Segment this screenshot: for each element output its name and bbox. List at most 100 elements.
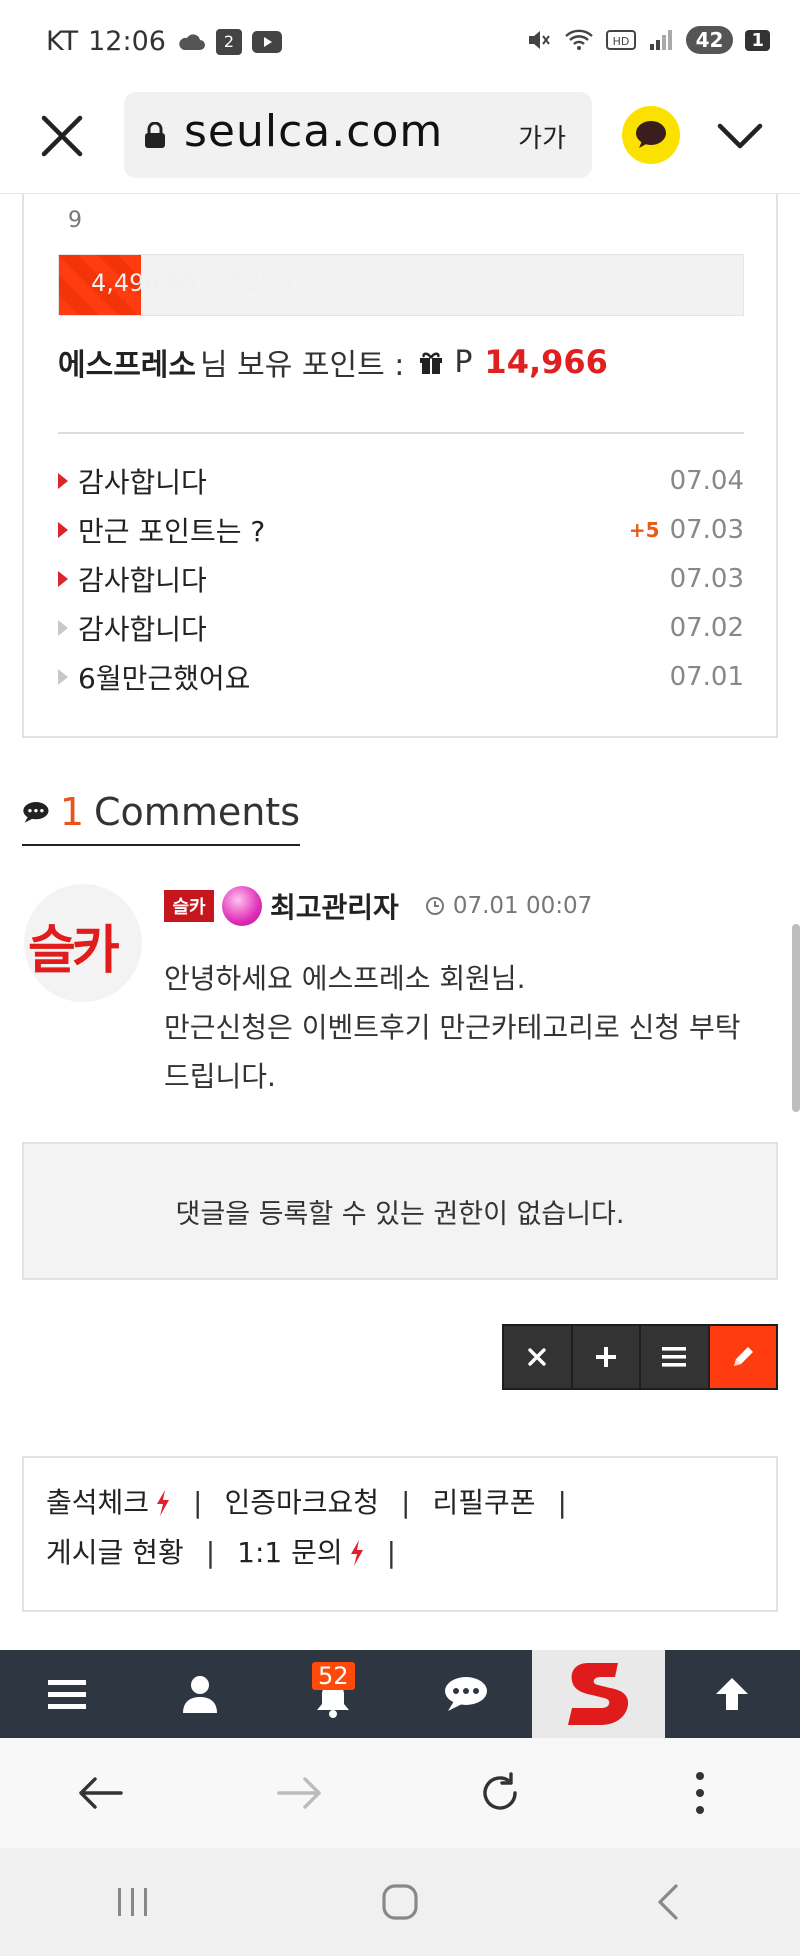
separator: | bbox=[557, 1486, 567, 1519]
avatar-logo-text: 슬카 bbox=[28, 921, 120, 981]
carrier: KT bbox=[46, 26, 79, 57]
cloud-icon bbox=[179, 33, 205, 50]
notifications-button[interactable]: 52 bbox=[266, 1650, 399, 1738]
page-scrollbar[interactable] bbox=[792, 924, 800, 1112]
list-item[interactable]: 6월만근했어요 07.01 bbox=[58, 652, 744, 701]
more-menu-button[interactable] bbox=[670, 1763, 730, 1823]
comments-count: 1 bbox=[59, 790, 85, 834]
triangle-bullet-icon bbox=[58, 619, 68, 636]
youtube-icon bbox=[251, 30, 282, 53]
grade-orb-icon bbox=[222, 886, 262, 926]
post-title[interactable]: 감사합니다 bbox=[78, 461, 670, 501]
browser-address-bar: seulca.com 가가 bbox=[0, 86, 800, 194]
chevron-left-icon bbox=[658, 1884, 678, 1920]
cert-mark-link[interactable]: 인증마크요청 bbox=[224, 1478, 379, 1528]
battery-indicator: 42 bbox=[685, 26, 734, 54]
scroll-top-button[interactable] bbox=[665, 1650, 798, 1738]
forward-button[interactable] bbox=[270, 1763, 330, 1823]
list-item[interactable]: 감사합니다 07.03 bbox=[58, 554, 744, 603]
plus-icon bbox=[595, 1347, 616, 1367]
quick-links-box: 출석체크 | 인증마크요청 | 리필쿠폰 | 게시글 현황 | 1:1 문의 | bbox=[22, 1456, 778, 1612]
username: 에스프레소 bbox=[58, 348, 196, 383]
system-back-button[interactable] bbox=[637, 1872, 697, 1932]
hamburger-icon bbox=[47, 1680, 86, 1709]
list-item[interactable]: 만근 포인트는 ? +5 07.03 bbox=[58, 505, 744, 554]
chevron-down-icon[interactable] bbox=[712, 108, 768, 164]
home-logo-button[interactable] bbox=[532, 1650, 665, 1738]
post-title[interactable]: 만근 포인트는 ? bbox=[78, 510, 629, 550]
lock-icon bbox=[145, 122, 165, 148]
separator: | bbox=[193, 1486, 203, 1519]
back-button[interactable] bbox=[70, 1763, 130, 1823]
pencil-icon bbox=[733, 1347, 753, 1366]
lightning-icon bbox=[350, 1540, 363, 1566]
comments-header: 1 Comments bbox=[22, 780, 300, 846]
triangle-bullet-icon bbox=[58, 521, 68, 538]
browser-toolbar bbox=[0, 1738, 800, 1848]
refill-coupon-link[interactable]: 리필쿠폰 bbox=[432, 1478, 535, 1528]
profile-button[interactable] bbox=[133, 1650, 266, 1738]
no-permission-text: 댓글을 등록할 수 있는 권한이 없습니다. bbox=[175, 1198, 625, 1230]
text-size-button[interactable]: 가가 bbox=[518, 118, 566, 155]
points-prefix: P bbox=[454, 344, 473, 380]
arrow-left-icon bbox=[79, 1777, 123, 1809]
comment-author[interactable]: 최고관리자 bbox=[270, 886, 399, 926]
write-new-button[interactable] bbox=[572, 1326, 641, 1388]
post-status-link[interactable]: 게시글 현황 bbox=[46, 1528, 184, 1578]
post-title[interactable]: 감사합니다 bbox=[78, 608, 670, 648]
hd-icon: HD bbox=[605, 30, 636, 50]
point-bonus: +5 bbox=[628, 517, 660, 542]
delete-button[interactable] bbox=[504, 1326, 573, 1388]
close-icon[interactable] bbox=[34, 108, 90, 164]
one-on-one-link[interactable]: 1:1 문의 bbox=[237, 1528, 342, 1578]
card-divider bbox=[58, 432, 744, 434]
clock: 12:06 bbox=[88, 26, 166, 57]
arrow-right-icon bbox=[277, 1777, 321, 1809]
home-icon bbox=[382, 1884, 418, 1920]
comments-icon bbox=[23, 802, 49, 823]
profile-card: 9 4,496,857 (12%) 에스프레소 님 보유 포인트 : P 14,… bbox=[22, 194, 778, 738]
points-label: 님 보유 포인트 : bbox=[200, 348, 405, 383]
notification-count: 1 bbox=[745, 29, 770, 51]
url-field[interactable]: seulca.com 가가 bbox=[124, 92, 592, 178]
close-icon bbox=[528, 1348, 546, 1366]
edit-button[interactable] bbox=[709, 1326, 776, 1388]
comment-line: 만근신청은 이벤트후기 만근카테고리로 신청 부탁 bbox=[164, 1011, 741, 1044]
exp-progress-bar: 4,496,857 (12%) bbox=[58, 254, 744, 316]
exp-text: 4,496,857 (12%) bbox=[91, 269, 293, 297]
chat-icon bbox=[444, 1677, 487, 1711]
user-icon bbox=[182, 1676, 217, 1713]
post-date: 07.04 bbox=[669, 465, 744, 496]
post-title[interactable]: 6월만근했어요 bbox=[78, 657, 670, 697]
site-logo-icon bbox=[567, 1663, 628, 1725]
post-date: 07.01 bbox=[669, 661, 744, 692]
signal-icon bbox=[649, 30, 672, 50]
notification-badge: 52 bbox=[312, 1662, 355, 1690]
kakaotalk-button[interactable] bbox=[622, 106, 680, 164]
triangle-bullet-icon bbox=[58, 570, 68, 587]
list-icon bbox=[662, 1347, 687, 1367]
avatar[interactable]: 슬카 bbox=[24, 884, 142, 1002]
lightning-icon bbox=[157, 1490, 170, 1516]
recent-apps-button[interactable] bbox=[103, 1872, 163, 1932]
post-date: 07.03 bbox=[669, 514, 744, 545]
post-title[interactable]: 감사합니다 bbox=[78, 559, 670, 599]
clock-icon bbox=[425, 897, 444, 915]
url-text[interactable]: seulca.com bbox=[184, 106, 443, 157]
chat-button[interactable] bbox=[399, 1650, 532, 1738]
list-item[interactable]: 감사합니다 07.04 bbox=[58, 456, 744, 505]
menu-button[interactable] bbox=[0, 1650, 133, 1738]
list-button[interactable] bbox=[641, 1326, 710, 1388]
list-item[interactable]: 감사합니다 07.02 bbox=[58, 603, 744, 652]
reload-button[interactable] bbox=[470, 1763, 530, 1823]
attendance-link[interactable]: 출석체크 bbox=[46, 1478, 149, 1528]
no-permission-notice: 댓글을 등록할 수 있는 권한이 없습니다. bbox=[22, 1142, 778, 1280]
status-left: KT 12:06 2 bbox=[46, 26, 282, 57]
chat-bubble-icon bbox=[636, 121, 666, 148]
svg-text:HD: HD bbox=[612, 35, 629, 48]
home-button[interactable] bbox=[370, 1872, 430, 1932]
triangle-bullet-icon bbox=[58, 668, 68, 685]
post-action-buttons bbox=[502, 1324, 778, 1390]
android-navigation-bar bbox=[0, 1848, 800, 1956]
arrow-up-icon bbox=[715, 1678, 748, 1710]
